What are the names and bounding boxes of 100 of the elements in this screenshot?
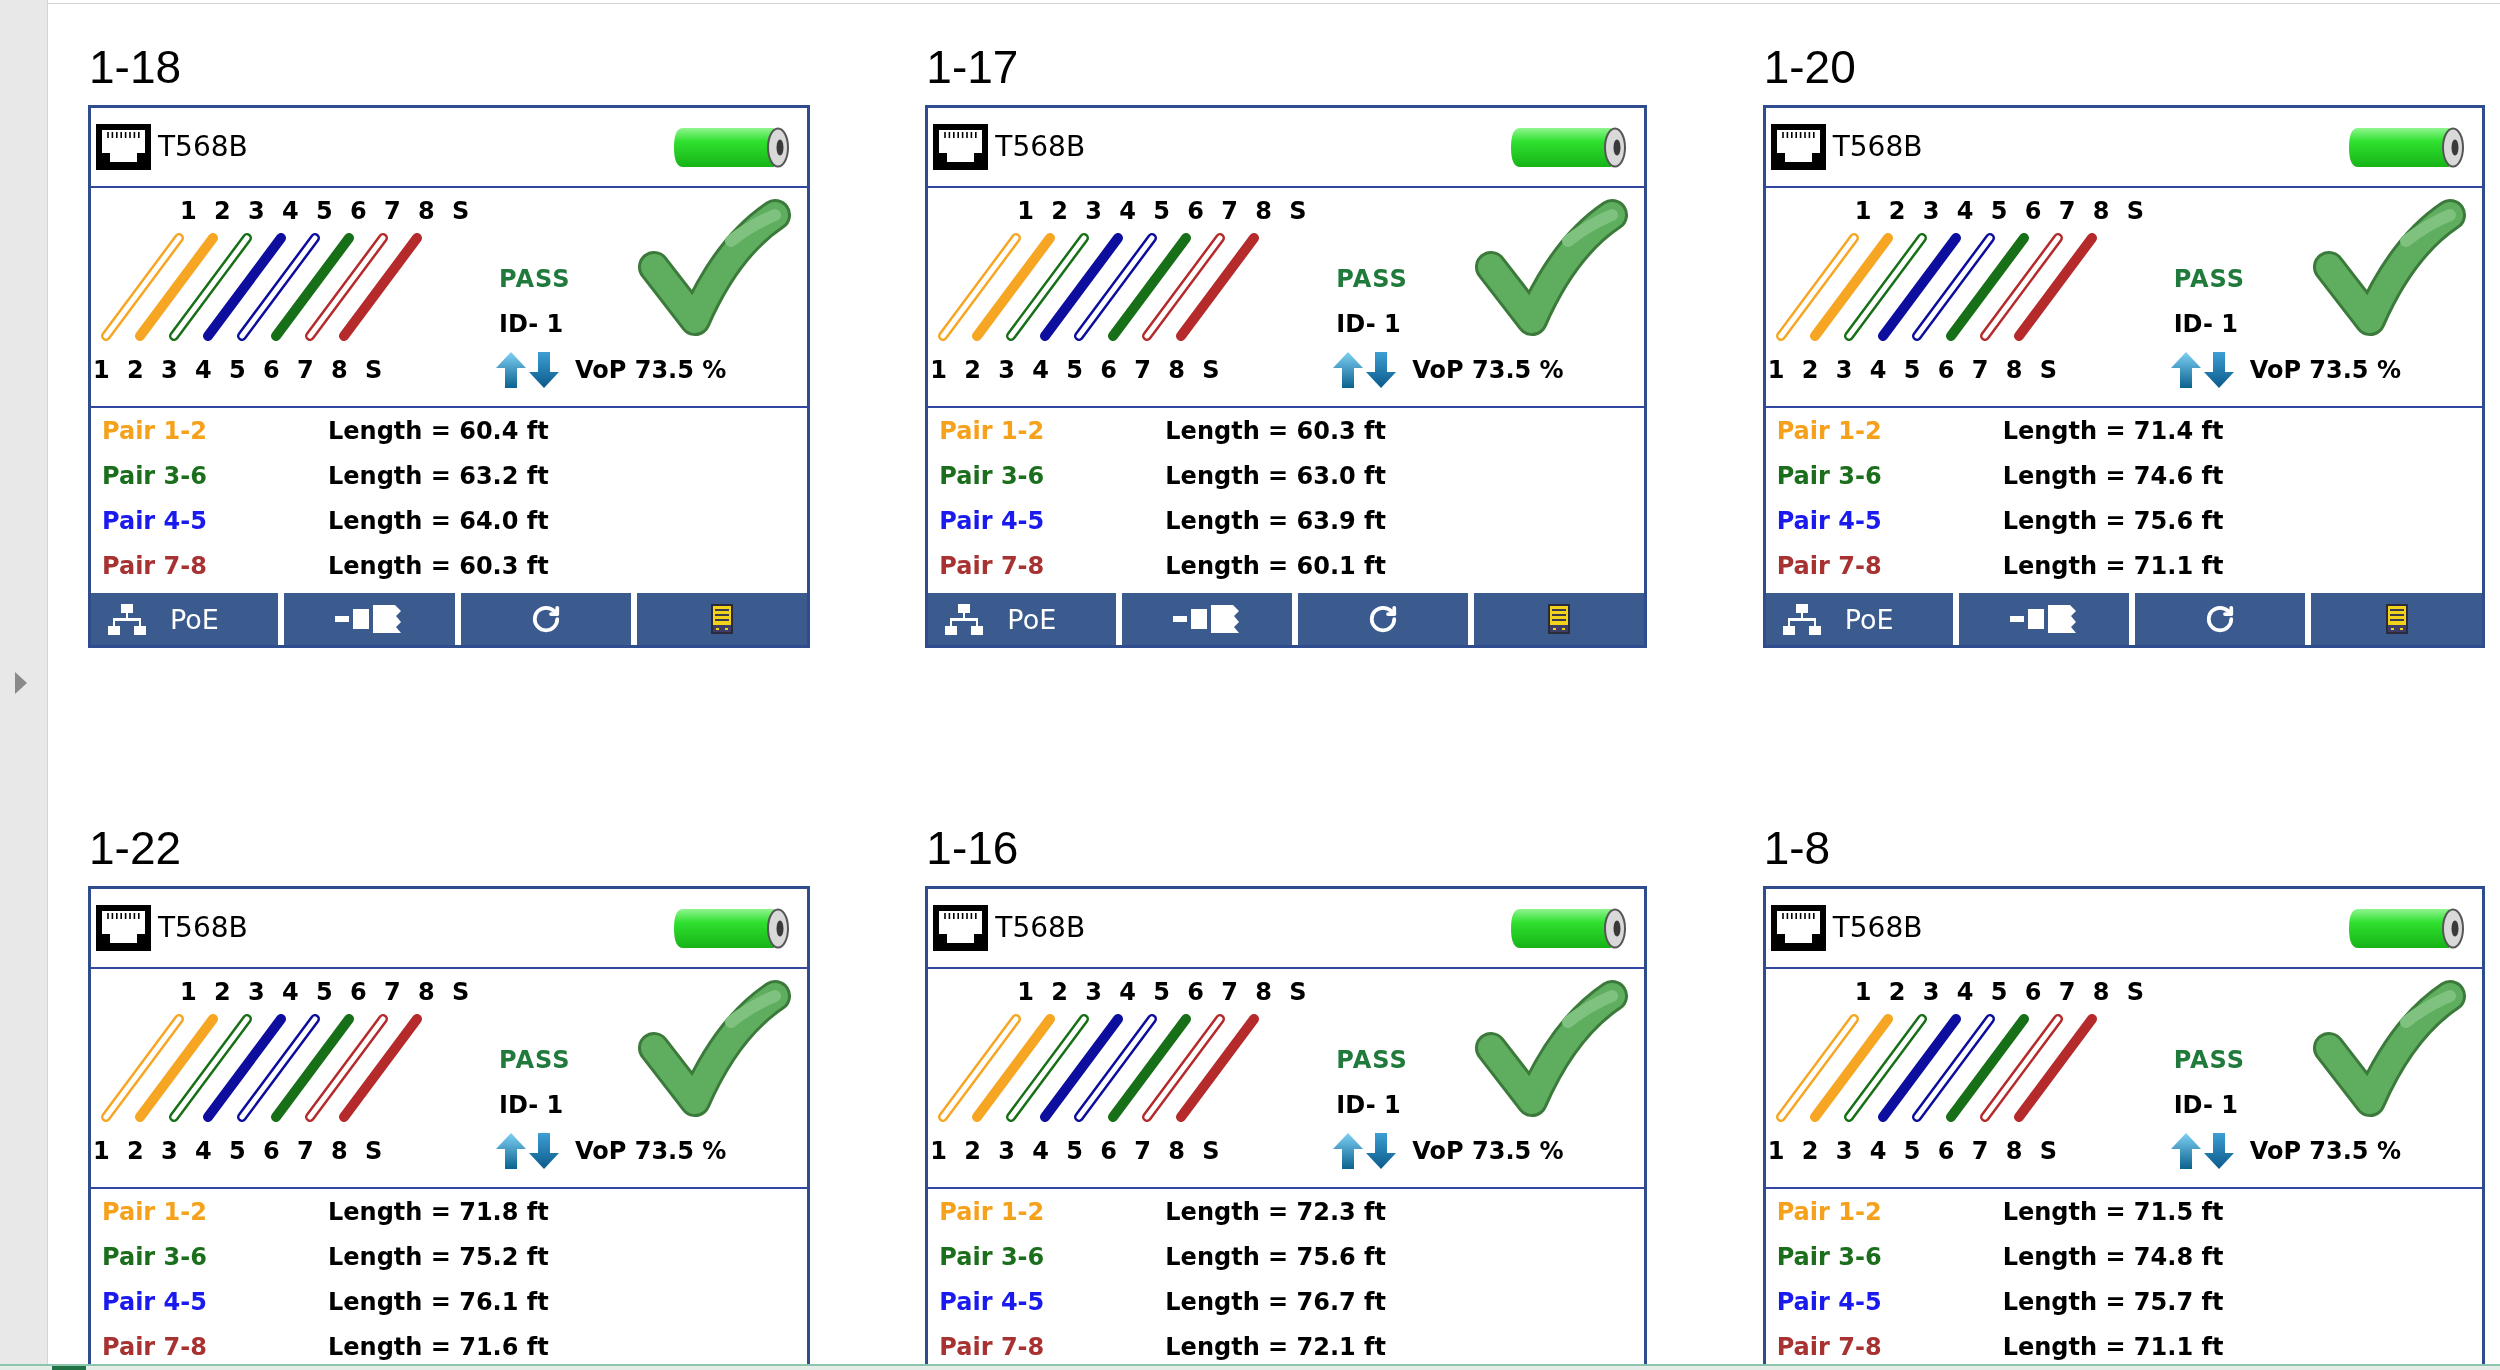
pair-label: Pair 1-2 — [102, 419, 208, 443]
down-arrow-icon — [1366, 1133, 1397, 1169]
ethernet-port-icon — [96, 905, 151, 951]
down-arrow-icon — [529, 352, 559, 388]
pin-number: 7 — [1971, 358, 1990, 382]
ethernet-port-icon — [933, 124, 989, 170]
pin-number: 7 — [1221, 980, 1240, 1004]
pin-number: 7 — [384, 980, 402, 1004]
pin-number: S — [365, 358, 384, 382]
remote-id-label: ID- 1 — [2173, 312, 2238, 336]
pair-label: Pair 3-6 — [939, 1245, 1046, 1269]
connector-icon — [335, 604, 404, 634]
pin-number: 6 — [263, 358, 281, 382]
test-result: PASS — [2173, 1048, 2246, 1072]
wiring-standard: T568B — [1832, 133, 1923, 161]
pin-number: 6 — [1937, 1139, 1956, 1163]
pair-label: Pair 4-5 — [1776, 509, 1883, 533]
test-result: PASS — [1336, 267, 1408, 291]
pin-number: 6 — [350, 980, 368, 1004]
ethernet-port-icon — [933, 905, 989, 951]
pin-number: S — [452, 199, 471, 223]
up-arrow-icon — [2170, 1133, 2201, 1169]
card-title: 1-20 — [1763, 44, 1856, 90]
length-reading: Length = 71.8 ft — [328, 1200, 549, 1224]
pin-number: 8 — [1255, 199, 1274, 223]
pin-number: 2 — [1051, 199, 1070, 223]
pin-number: 5 — [316, 199, 334, 223]
wiring-standard: T568B — [1832, 914, 1923, 942]
length-reading: Length = 63.2 ft — [328, 464, 549, 488]
expand-arrow-icon[interactable] — [14, 672, 27, 694]
pin-number: 1 — [93, 358, 111, 382]
pin-number: 3 — [1085, 980, 1104, 1004]
length-reading: Length = 74.6 ft — [2002, 464, 2224, 488]
card-title: 1-16 — [926, 825, 1019, 871]
pin-number: 7 — [384, 199, 402, 223]
length-reading: Length = 75.7 ft — [2002, 1290, 2224, 1314]
pin-number: 5 — [1903, 1139, 1922, 1163]
pin-number: 5 — [1066, 358, 1085, 382]
vop-reading: VoP 73.5 % — [575, 1139, 727, 1163]
pin-number: 4 — [1032, 358, 1051, 382]
pin-number: 4 — [1956, 980, 1975, 1004]
toolbar-button[interactable] — [284, 593, 455, 645]
refresh-icon — [530, 604, 561, 634]
toolbar-button[interactable]: PoE — [928, 593, 1116, 645]
pair-label: Pair 7-8 — [102, 554, 208, 578]
length-reading: Length = 60.4 ft — [328, 419, 549, 443]
test-result: PASS — [1336, 1048, 1408, 1072]
test-result: PASS — [2173, 267, 2246, 291]
vop-reading: VoP 73.5 % — [1412, 1139, 1564, 1163]
toolbar-button[interactable] — [1297, 593, 1469, 645]
toolbar-button[interactable] — [2311, 593, 2482, 645]
pin-number: 4 — [1119, 199, 1138, 223]
length-reading: Length = 63.0 ft — [1165, 464, 1387, 488]
pin-number: S — [365, 1139, 384, 1163]
pin-number: 8 — [2005, 358, 2024, 382]
pair-label: Pair 3-6 — [939, 464, 1046, 488]
pin-number: 1 — [930, 358, 949, 382]
card-title: 1-18 — [89, 44, 182, 90]
pair-label: Pair 3-6 — [102, 1245, 208, 1269]
pin-number: S — [2126, 199, 2145, 223]
up-arrow-icon — [2170, 352, 2201, 388]
pin-number: 8 — [331, 1139, 349, 1163]
toolbar-button[interactable] — [1474, 593, 1645, 645]
toolbar-button[interactable] — [460, 593, 631, 645]
length-reading: Length = 71.4 ft — [2002, 419, 2224, 443]
toolbar-button[interactable] — [1121, 593, 1292, 645]
battery-icon — [1511, 126, 1628, 168]
pair-label: Pair 3-6 — [102, 464, 208, 488]
pair-label: Pair 7-8 — [939, 554, 1046, 578]
memory-card-icon — [1548, 604, 1571, 634]
pin-number: 1 — [93, 1139, 111, 1163]
pin-number: 3 — [1835, 1139, 1854, 1163]
pin-number: 3 — [1835, 358, 1854, 382]
pin-number: 5 — [1153, 199, 1172, 223]
length-reading: Length = 60.3 ft — [1165, 419, 1387, 443]
remote-id-label: ID- 1 — [499, 1093, 564, 1117]
pair-label: Pair 7-8 — [1776, 1335, 1883, 1359]
pin-number: 3 — [998, 1139, 1017, 1163]
pin-number: 1 — [930, 1139, 949, 1163]
toolbar-button[interactable]: PoE — [91, 593, 279, 645]
network-icon — [945, 603, 984, 635]
toolbar-button[interactable] — [636, 593, 807, 645]
pin-number: 1 — [1767, 358, 1786, 382]
pin-number: 5 — [1990, 199, 2009, 223]
pin-number: 5 — [1066, 1139, 1085, 1163]
down-arrow-icon — [529, 1133, 559, 1169]
toolbar-button[interactable] — [1958, 593, 2130, 645]
length-reading: Length = 72.3 ft — [1165, 1200, 1387, 1224]
remote-id-label: ID- 1 — [499, 312, 564, 336]
pin-number: 1 — [1017, 980, 1036, 1004]
pin-number: 5 — [229, 1139, 247, 1163]
toolbar-button[interactable] — [2135, 593, 2306, 645]
ethernet-port-icon — [96, 124, 151, 170]
toolbar-button[interactable]: PoE — [1765, 593, 1953, 645]
length-reading: Length = 64.0 ft — [328, 509, 549, 533]
pin-number: 7 — [2058, 980, 2077, 1004]
pin-number: S — [2039, 358, 2058, 382]
pair-label: Pair 7-8 — [1776, 554, 1883, 578]
pin-number: 2 — [127, 358, 145, 382]
pair-label: Pair 1-2 — [1776, 419, 1883, 443]
